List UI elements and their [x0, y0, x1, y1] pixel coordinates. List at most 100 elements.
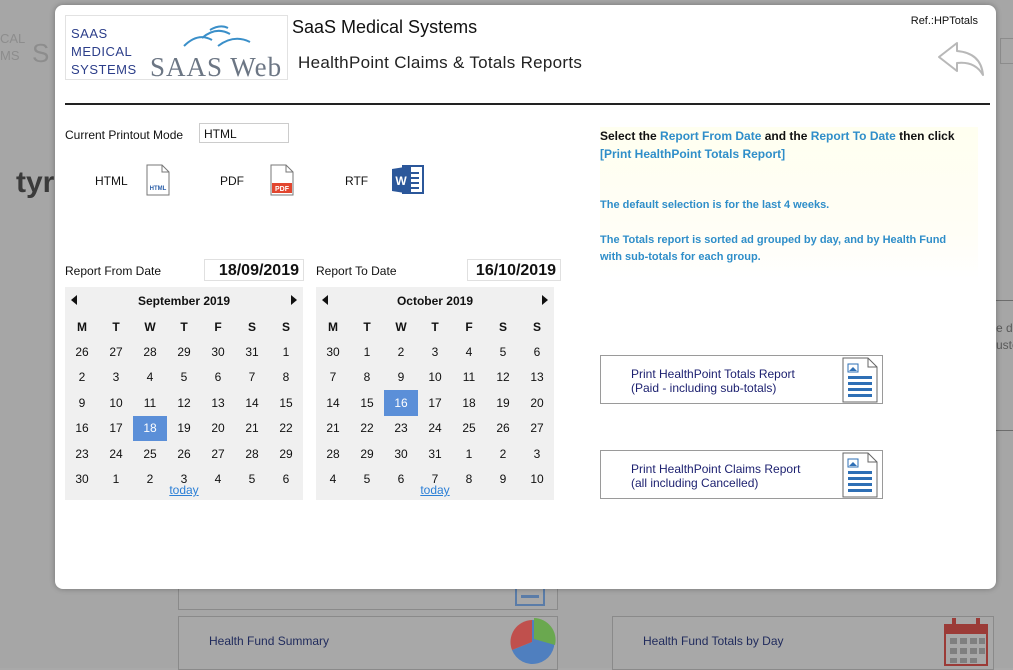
to-today-link[interactable]: today: [316, 483, 554, 497]
calendar-day[interactable]: 5: [167, 365, 201, 391]
back-arrow-icon[interactable]: [935, 39, 989, 79]
sorting-note: The Totals report is sorted ad grouped b…: [600, 234, 947, 263]
calendar-day[interactable]: 10: [418, 365, 452, 391]
calendar-day[interactable]: 1: [452, 441, 486, 467]
calendar-day[interactable]: 3: [99, 365, 133, 391]
calendar-day[interactable]: 15: [269, 390, 303, 416]
calendar-day[interactable]: 11: [133, 390, 167, 416]
birds-icon: [183, 25, 251, 47]
calendar-day[interactable]: 31: [418, 441, 452, 467]
calendar-day[interactable]: 3: [418, 339, 452, 365]
format-rtf-label[interactable]: RTF: [345, 174, 368, 188]
from-calendar-month: September 2019: [137, 294, 231, 308]
calendar-day[interactable]: 8: [350, 365, 384, 391]
calendar-day[interactable]: 11: [452, 365, 486, 391]
calendar-day[interactable]: 27: [201, 441, 235, 467]
calendar-day[interactable]: 14: [316, 390, 350, 416]
calendar-day[interactable]: 13: [201, 390, 235, 416]
calendar-day-selected[interactable]: 18: [133, 415, 167, 441]
calendar-day[interactable]: 2: [65, 365, 99, 391]
calendar-day[interactable]: 23: [65, 441, 99, 467]
calendar-day[interactable]: 27: [99, 339, 133, 365]
calendar-day[interactable]: 20: [520, 390, 554, 416]
instructions-highlight: Report From Date: [660, 129, 762, 143]
calendar-day[interactable]: 14: [235, 390, 269, 416]
calendar-day[interactable]: 4: [133, 365, 167, 391]
calendar-day[interactable]: 26: [65, 339, 99, 365]
print-claims-report-button[interactable]: Print HealthPoint Claims Report (all inc…: [600, 450, 883, 499]
from-date-field[interactable]: 18/09/2019: [204, 259, 304, 281]
calendar-day[interactable]: 17: [418, 390, 452, 416]
weekday-header: S: [281, 319, 290, 334]
calendar-day[interactable]: 19: [486, 390, 520, 416]
format-pdf-label[interactable]: PDF: [220, 174, 244, 188]
calendar-day[interactable]: 30: [316, 339, 350, 365]
to-date-field[interactable]: 16/10/2019: [467, 259, 561, 281]
html-file-icon[interactable]: HTML: [145, 164, 171, 196]
calendar-day[interactable]: 28: [235, 441, 269, 467]
calendar-day[interactable]: 17: [99, 416, 133, 442]
calendar-day[interactable]: 22: [350, 416, 384, 442]
weekday-header: T: [363, 319, 371, 334]
word-file-icon[interactable]: W: [391, 164, 425, 196]
calendar-day[interactable]: 1: [350, 339, 384, 365]
calendar-day[interactable]: 30: [384, 441, 418, 467]
pie-chart-icon: [510, 618, 556, 664]
calendar-day[interactable]: 2: [486, 441, 520, 467]
calendar-day[interactable]: 8: [269, 365, 303, 391]
calendar-day[interactable]: 2: [384, 339, 418, 365]
calendar-day[interactable]: 12: [167, 390, 201, 416]
calendar-day[interactable]: 1: [269, 339, 303, 365]
calendar-day[interactable]: 10: [99, 390, 133, 416]
health-fund-summary-label: Health Fund Summary: [209, 634, 330, 648]
calendar-day[interactable]: 16: [65, 416, 99, 442]
calendar-day[interactable]: 24: [418, 416, 452, 442]
calendar-day[interactable]: 3: [520, 441, 554, 467]
logo-line-saas: SAAS: [71, 26, 108, 41]
calendar-day[interactable]: 29: [269, 441, 303, 467]
format-html-label[interactable]: HTML: [95, 174, 128, 188]
calendar-day[interactable]: 5: [486, 339, 520, 365]
calendar-day[interactable]: 13: [520, 365, 554, 391]
calendar-day[interactable]: 18: [452, 390, 486, 416]
calendar-day[interactable]: 24: [99, 441, 133, 467]
printout-mode-field: HTML: [199, 123, 289, 143]
calendar-day[interactable]: 12: [486, 365, 520, 391]
calendar-day[interactable]: 26: [486, 416, 520, 442]
calendar-day[interactable]: 25: [133, 441, 167, 467]
calendar-day[interactable]: 6: [201, 365, 235, 391]
calendar-day[interactable]: 6: [520, 339, 554, 365]
print-totals-report-button[interactable]: Print HealthPoint Totals Report (Paid - …: [600, 355, 883, 404]
calendar-day[interactable]: 20: [201, 416, 235, 442]
weekday-header: T: [180, 319, 188, 334]
calendar-day[interactable]: 9: [384, 365, 418, 391]
calendar-day[interactable]: 22: [269, 416, 303, 442]
calendar-day[interactable]: 30: [201, 339, 235, 365]
calendar-day[interactable]: 7: [316, 365, 350, 391]
health-fund-summary-card[interactable]: Health Fund Summary: [178, 616, 558, 670]
calendar-day[interactable]: 23: [384, 416, 418, 442]
calendar-day[interactable]: 29: [167, 339, 201, 365]
calendar-day[interactable]: 29: [350, 441, 384, 467]
next-month-icon[interactable]: [542, 295, 548, 305]
next-month-icon[interactable]: [291, 295, 297, 305]
health-fund-totals-by-day-card[interactable]: Health Fund Totals by Day: [612, 616, 994, 670]
calendar-day[interactable]: 25: [452, 416, 486, 442]
calendar-day[interactable]: 9: [65, 390, 99, 416]
calendar-day[interactable]: 21: [235, 416, 269, 442]
calendar-day-selected[interactable]: 16: [384, 390, 418, 416]
calendar-day[interactable]: 31: [235, 339, 269, 365]
background-brand-text: tyr: [16, 166, 55, 199]
calendar-day[interactable]: 19: [167, 416, 201, 442]
weekday-header: W: [395, 319, 407, 334]
calendar-day[interactable]: 21: [316, 416, 350, 442]
calendar-day[interactable]: 15: [350, 390, 384, 416]
calendar-day[interactable]: 4: [452, 339, 486, 365]
calendar-day[interactable]: 28: [133, 339, 167, 365]
calendar-day[interactable]: 28: [316, 441, 350, 467]
calendar-day[interactable]: 26: [167, 441, 201, 467]
calendar-day[interactable]: 27: [520, 416, 554, 442]
pdf-file-icon[interactable]: PDF: [269, 164, 295, 196]
calendar-day[interactable]: 7: [235, 365, 269, 391]
from-today-link[interactable]: today: [65, 483, 303, 497]
